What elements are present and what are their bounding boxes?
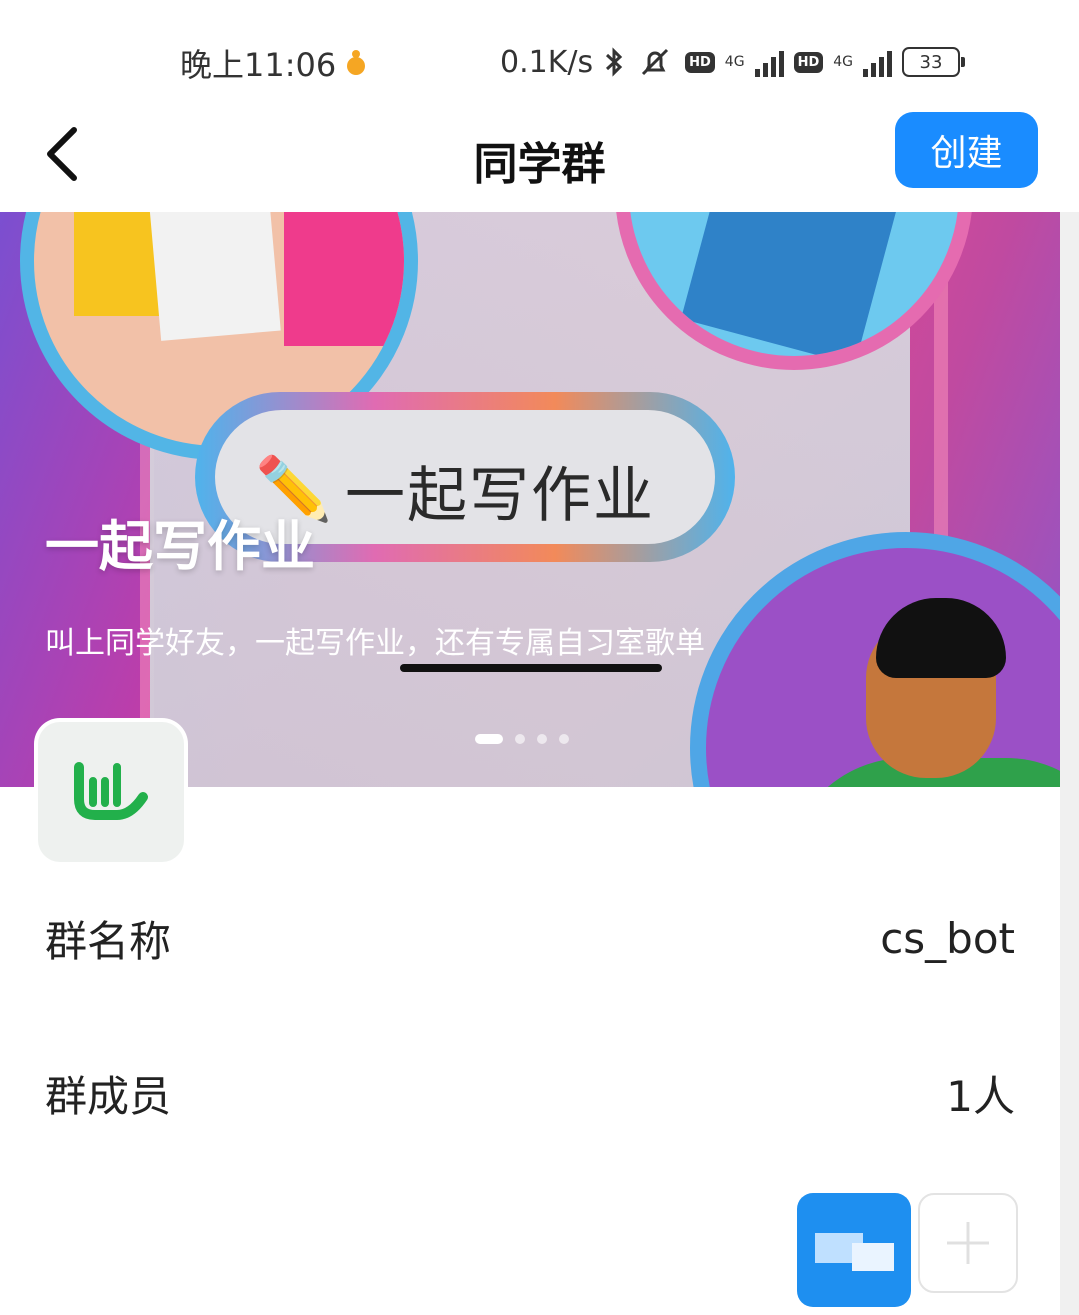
- plus-icon: [947, 1222, 989, 1264]
- signal-icon: [754, 47, 784, 77]
- carousel-dot: [515, 734, 525, 744]
- network-type: 4G: [724, 54, 745, 70]
- battery-icon: 33: [902, 47, 965, 77]
- notification-icon: [347, 50, 365, 75]
- banner-title: 一起写作业: [45, 515, 315, 578]
- group-name-row[interactable]: 群名称 cs_bot: [0, 900, 1060, 980]
- group-name-label: 群名称: [45, 917, 172, 966]
- network-type-2: 4G: [833, 54, 853, 70]
- group-members-row[interactable]: 群成员 1人: [0, 1055, 1060, 1135]
- group-members-value: 1人: [946, 1072, 1015, 1121]
- hand-logo-icon: [74, 762, 148, 820]
- nav-header: 同学群 创建: [0, 110, 1079, 210]
- signal-icon-2: [863, 47, 892, 77]
- carousel-indicator: [475, 734, 569, 744]
- hd-icon: HD: [685, 51, 715, 73]
- add-member-button[interactable]: [918, 1193, 1018, 1293]
- status-indicators: 0.1K/s HD 4G HD 4G 33: [500, 40, 965, 84]
- group-avatar[interactable]: [38, 722, 184, 862]
- status-time: 晚上11:06: [180, 46, 337, 84]
- network-speed: 0.1K/s: [500, 44, 594, 80]
- status-bar: 晚上11:06 0.1K/s HD 4G HD 4G 33: [0, 0, 1079, 110]
- battery-level: 33: [919, 51, 943, 73]
- carousel-dot: [559, 734, 569, 744]
- banner-subtitle: 叫上同学好友，一起写作业，还有专属自习室歌单: [45, 626, 705, 661]
- create-button[interactable]: 创建: [895, 112, 1038, 188]
- group-members-label: 群成员: [45, 1072, 172, 1121]
- scrollbar[interactable]: [1060, 212, 1079, 1315]
- mute-icon: [635, 46, 675, 78]
- group-name-value: cs_bot: [880, 914, 1015, 963]
- member-avatar[interactable]: [797, 1193, 911, 1307]
- banner-carousel[interactable]: ✏️ 一起写作业 一起写作业 叫上同学好友，一起写作业，还有专属自习室歌单: [0, 212, 1060, 787]
- banner-pill-text: 一起写作业: [345, 461, 655, 531]
- carousel-dot: [537, 734, 547, 744]
- carousel-dot: [475, 734, 503, 744]
- bluetooth-icon: [603, 46, 625, 78]
- hd-icon-2: HD: [793, 51, 824, 73]
- banner-decoration-bar: [400, 664, 662, 672]
